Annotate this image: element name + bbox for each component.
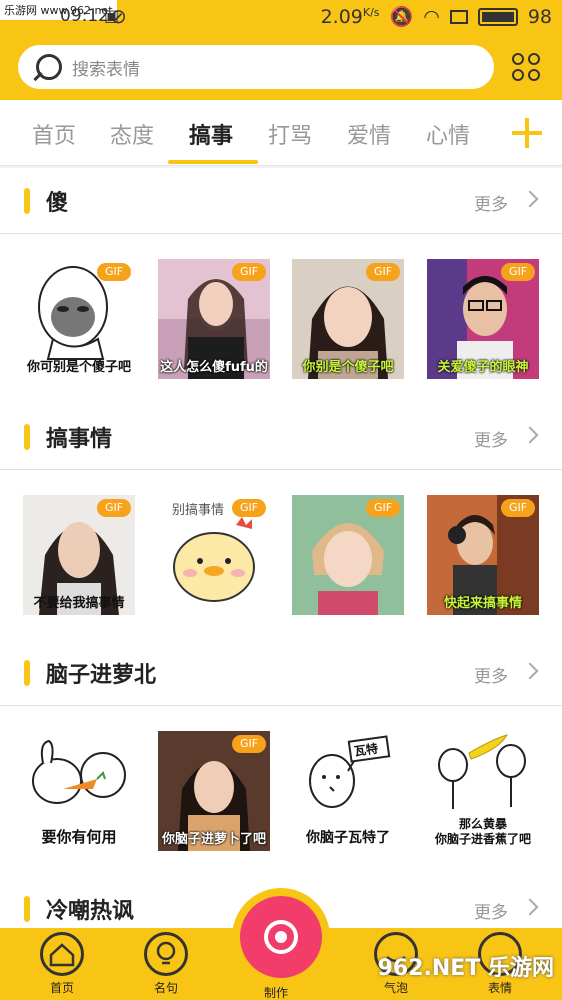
sticker-item[interactable]: GIF 不要给我搞事情 <box>23 495 135 615</box>
more-link[interactable]: 更多 <box>474 898 508 923</box>
search-icon <box>36 54 62 80</box>
mute-icon: 🔕 <box>389 6 414 28</box>
section-title: 搞事情 <box>46 427 113 452</box>
section-accent-bar <box>24 188 30 214</box>
section-body-silly: GIF 你可别是个傻子吧 GIF 这人怎么傻fufu的 GIF 你别是个傻子吧 <box>0 234 562 404</box>
sticker-item[interactable]: 瓦特 你脑子瓦特了 <box>292 731 404 851</box>
more-link[interactable]: 更多 <box>474 190 508 215</box>
gif-badge: GIF <box>501 499 535 517</box>
gif-badge: GIF <box>232 263 266 281</box>
add-tab-icon[interactable] <box>512 118 542 148</box>
sticker-item[interactable]: GIF 这人怎么傻fufu的 <box>158 259 270 379</box>
gif-badge: GIF <box>232 735 266 753</box>
sticker-item[interactable]: GIF 你脑子进萝卜了吧 <box>158 731 270 851</box>
section-body-brain: 要你有何用 GIF 你脑子进萝卜了吧 瓦特 你脑子瓦特了 那么黄暴 你脑子进香蕉… <box>0 706 562 876</box>
search-input[interactable]: 搜索表情 <box>18 45 494 89</box>
nav-home[interactable]: 首页 <box>32 928 92 1000</box>
section-title: 傻 <box>46 191 69 216</box>
section-title: 脑子进萝北 <box>46 663 157 688</box>
more-link[interactable]: 更多 <box>474 662 508 687</box>
check-circle-icon: ⊘ <box>110 4 127 28</box>
gif-badge: GIF <box>232 499 266 517</box>
sticker-caption: 你可别是个傻子吧 <box>26 360 131 375</box>
section-title: 冷嘲热讽 <box>46 899 135 924</box>
sticker-caption: 你别是个傻子吧 <box>302 360 394 375</box>
chevron-right-icon[interactable] <box>521 426 539 444</box>
section-accent-bar <box>24 660 30 686</box>
active-tab-indicator <box>168 160 258 164</box>
category-grid-icon[interactable] <box>512 53 542 83</box>
sticker-item[interactable]: GIF <box>292 495 404 615</box>
status-bar-right: 2.09K/s 🔕 ◠ 98 <box>320 5 552 29</box>
sticker-caption: 你脑子进萝卜了吧 <box>161 832 266 847</box>
section-header-brain: 脑子进萝北 更多 <box>0 640 562 706</box>
sticker-item[interactable]: GIF 你可别是个傻子吧 <box>23 259 135 379</box>
tab-mood[interactable]: 心情 <box>426 118 470 150</box>
gif-badge: GIF <box>366 263 400 281</box>
more-link[interactable]: 更多 <box>474 426 508 451</box>
gif-badge: GIF <box>501 263 535 281</box>
network-speed: 2.09K/s <box>320 5 380 28</box>
battery-icon <box>477 7 518 26</box>
nav-home-label: 首页 <box>49 981 74 995</box>
sticker-item[interactable]: 那么黄暴 你脑子进香蕉了吧 <box>427 731 539 851</box>
sticker-caption: 关爱傻子的眼神 <box>437 360 529 375</box>
sticker-item[interactable]: 别搞事情 GIF <box>158 495 270 615</box>
sticker-top-text: 别搞事情 <box>172 503 225 518</box>
make-button-label: 制作 <box>264 986 289 1000</box>
nav-quotes-label: 名句 <box>153 981 178 995</box>
tab-attitude[interactable]: 态度 <box>110 118 154 150</box>
sticker-caption: 要你有何用 <box>41 828 117 846</box>
nav-quotes[interactable]: 名句 <box>136 928 196 1000</box>
make-button-inner <box>240 896 322 978</box>
camera-icon <box>264 920 298 954</box>
chevron-right-icon[interactable] <box>521 662 539 680</box>
screen-icon <box>449 9 468 24</box>
sticker-item[interactable]: GIF 你别是个傻子吧 <box>292 259 404 379</box>
sticker-caption: 你脑子瓦特了 <box>306 830 390 846</box>
home-icon <box>40 932 84 976</box>
gif-badge: GIF <box>366 499 400 517</box>
wifi-icon: ◠ <box>423 5 440 28</box>
section-header-silly: 傻 更多 <box>0 168 562 234</box>
tab-mischief[interactable]: 搞事 <box>189 118 233 150</box>
chevron-right-icon[interactable] <box>521 190 539 208</box>
sticker-caption: 不要给我搞事情 <box>33 596 125 611</box>
brand-watermark: 962.NET 乐游网 <box>377 956 554 981</box>
sticker-sign-text: 瓦特 <box>353 741 379 759</box>
section-body-mischief: GIF 不要给我搞事情 别搞事情 GIF GIF GIF 快起来搞事情 <box>0 470 562 640</box>
sticker-caption: 这人怎么傻fufu的 <box>160 360 268 375</box>
tab-love[interactable]: 爱情 <box>347 118 391 150</box>
sticker-item[interactable]: GIF 快起来搞事情 <box>427 495 539 615</box>
lightbulb-icon <box>144 932 188 976</box>
make-button[interactable] <box>232 888 330 986</box>
tab-bar: 首页 态度 搞事 打骂 爱情 心情 <box>0 100 562 166</box>
sticker-caption: 那么黄暴 你脑子进香蕉了吧 <box>434 817 531 846</box>
section-header-mischief: 搞事情 更多 <box>0 404 562 470</box>
battery-level: 98 <box>527 5 552 28</box>
gif-badge: GIF <box>97 263 131 281</box>
chevron-right-icon[interactable] <box>521 898 539 916</box>
search-placeholder: 搜索表情 <box>72 59 140 80</box>
section-accent-bar <box>24 896 30 922</box>
gif-badge: GIF <box>97 499 131 517</box>
tab-home[interactable]: 首页 <box>32 118 76 150</box>
section-accent-bar <box>24 424 30 450</box>
sticker-item[interactable]: GIF 关爱傻子的眼神 <box>427 259 539 379</box>
status-time: 09:12 <box>60 6 109 26</box>
sticker-caption: 快起来搞事情 <box>443 596 522 611</box>
sticker-item[interactable]: 要你有何用 <box>23 731 135 851</box>
tab-scold[interactable]: 打骂 <box>268 118 312 150</box>
